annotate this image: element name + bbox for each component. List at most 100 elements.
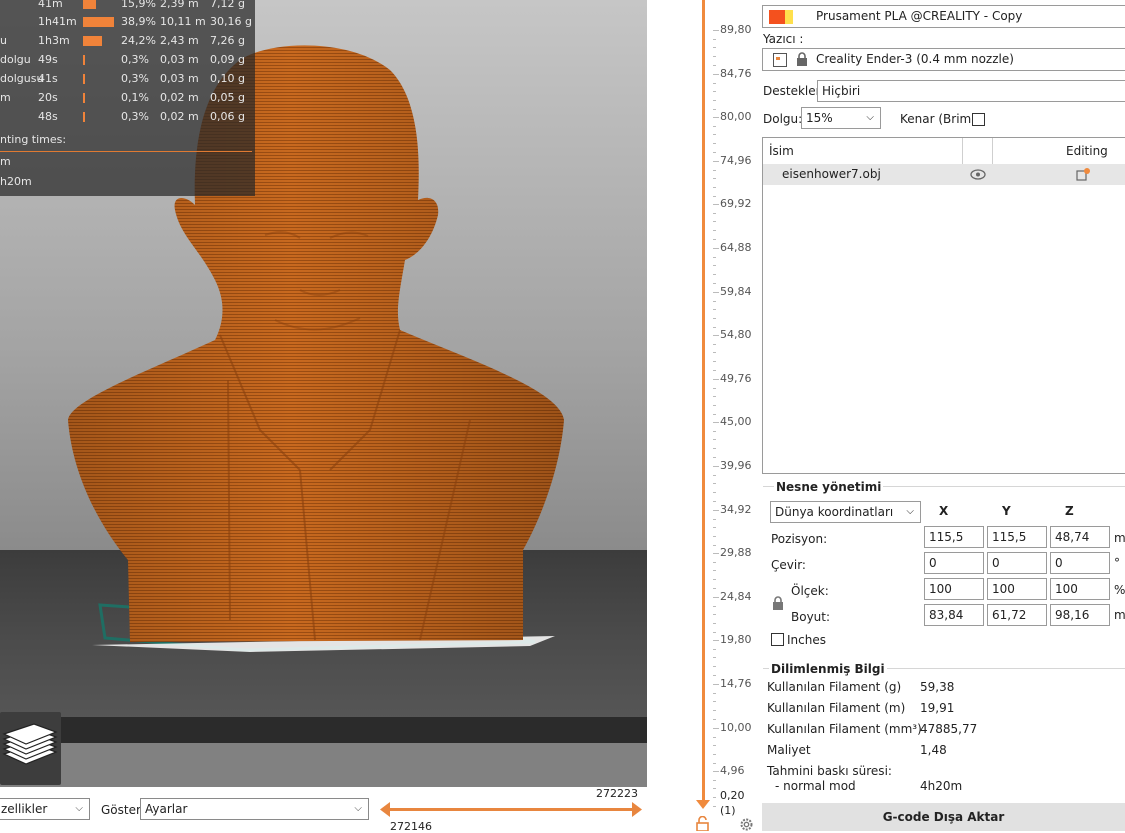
printer-select[interactable]: Creality Ender-3 (0.4 mm nozzle) [762,48,1125,71]
slider-tick [713,640,719,641]
brim-checkbox[interactable] [972,113,985,126]
slider-minor-tick [713,134,716,135]
slider-minor-tick [713,475,716,476]
slider-minor-tick [713,109,716,110]
stat-name: dolgu [0,53,31,66]
view-type-select[interactable]: zellikler ⌵ [0,798,90,820]
size-x-input[interactable]: 83,84 [924,604,984,626]
scale-z-input[interactable]: 100 [1050,578,1110,600]
scale-y-input[interactable]: 100 [987,578,1047,600]
slider-minor-tick [713,737,716,738]
stat-weight: 0,06 g [210,110,245,123]
rotation-y-input[interactable]: 0 [987,552,1047,574]
object-list[interactable]: İsim Editing eisenhower7.obj [762,137,1125,474]
infill-value: 15% [806,111,833,125]
infill-select[interactable]: 15% ⌵ [801,107,881,129]
slider-tick-label: 54,80 [720,328,752,341]
printing-time-value: h20m [0,175,32,188]
slider-minor-tick [713,527,716,528]
slider-tick [713,597,719,598]
slider-bottom-handle-icon[interactable] [696,800,710,810]
cost-value: 1,48 [920,743,947,757]
slider-minor-tick [713,301,716,302]
coordinate-system-select[interactable]: Dünya koordinatları ⌵ [770,501,921,523]
stat-length: 0,02 m [160,91,199,104]
slider-tick-label: 64,88 [720,241,752,254]
slider-minor-tick [713,657,716,658]
slider-minor-tick [713,719,716,720]
normal-mode-value: 4h20m [920,779,963,793]
slider-tick-label: 69,92 [720,197,752,210]
slider-minor-tick [713,788,716,789]
slider-tick [713,30,719,31]
slider-tick-label: 74,96 [720,154,752,167]
layers-view-button[interactable] [0,712,61,785]
rotation-z-input[interactable]: 0 [1050,552,1110,574]
stat-bar [83,55,85,65]
vertical-layer-slider[interactable] [702,0,705,800]
eye-icon[interactable] [970,169,986,180]
export-gcode-button[interactable]: G-code Dışa Aktar [762,803,1125,831]
scale-x-input[interactable]: 100 [924,578,984,600]
slider-minor-tick [713,763,716,764]
size-y-input[interactable]: 61,72 [987,604,1047,626]
column-header-editing[interactable]: Editing [1066,144,1108,158]
estimated-time-label: Tahmini baskı süresi: [767,764,892,778]
column-header-name[interactable]: İsim [769,144,794,158]
slider-minor-tick [713,170,716,171]
slider-minor-tick [713,439,716,440]
printer-label: Yazıcı : [763,32,804,46]
slider-tick [713,292,719,293]
stat-name: u [0,34,7,47]
slider-tick [713,466,719,467]
slider-minor-tick [713,396,716,397]
edit-object-icon[interactable] [1076,167,1091,182]
position-y-input[interactable]: 115,5 [987,526,1047,548]
show-options-select[interactable]: Ayarlar ⌵ [140,798,369,820]
slider-minor-tick [713,178,716,179]
filament-name: Prusament PLA @CREALITY - Copy [816,9,1023,23]
lock-open-icon[interactable] [695,816,710,831]
stat-percent: 0,3% [121,110,149,123]
sliced-info-title: Dilimlenmiş Bilgi [769,662,887,676]
slider-tick [713,422,719,423]
slider-left-arrow-icon[interactable] [380,802,390,817]
3d-viewport[interactable]: 41m 15,9% 2,39 m 7,12 g 1h41m 38,9% 10,1… [0,0,647,787]
stat-weight: 0,09 g [210,53,245,66]
slider-minor-tick [713,666,716,667]
stat-time: 1h3m [38,34,70,47]
stat-percent: 0,3% [121,72,149,85]
stat-time: 1h41m [38,15,77,28]
inches-checkbox[interactable] [771,633,784,646]
slider-minor-tick [713,614,716,615]
slider-minor-tick [713,257,716,258]
object-list-row[interactable]: eisenhower7.obj [763,164,1125,185]
stat-bar [83,0,96,9]
horizontal-slider-handles[interactable] [380,801,642,818]
rotation-x-input[interactable]: 0 [924,552,984,574]
supports-select[interactable]: Hiçbiri [817,80,1125,102]
scale-lock-icon[interactable] [772,596,784,611]
position-z-input[interactable]: 48,74 [1050,526,1110,548]
stat-length: 0,03 m [160,53,199,66]
infill-label: Dolgu: [763,112,803,126]
slider-tick-label: 80,00 [720,110,752,123]
stat-weight: 0,10 g [210,72,245,85]
position-x-input[interactable]: 115,5 [924,526,984,548]
size-z-input[interactable]: 98,16 [1050,604,1110,626]
axis-y-label: Y [1002,504,1011,518]
slider-right-arrow-icon[interactable] [632,802,642,817]
gear-icon[interactable] [739,817,754,832]
filament-m-value: 19,91 [920,701,955,715]
normal-mode-label: - normal mod [775,779,856,793]
slider-minor-tick [713,519,716,520]
slider-minor-tick [713,483,716,484]
stat-name: dolgusu [0,72,44,85]
slider-minor-tick [713,221,716,222]
chevron-down-icon: ⌵ [866,112,874,123]
slider-tick-label: 45,00 [720,415,752,428]
filament-select[interactable]: Prusament PLA @CREALITY - Copy [762,5,1125,28]
slider-minor-tick [713,65,716,66]
horizontal-slider-upper-value: 272223 [596,787,638,800]
slider-tick [713,335,719,336]
